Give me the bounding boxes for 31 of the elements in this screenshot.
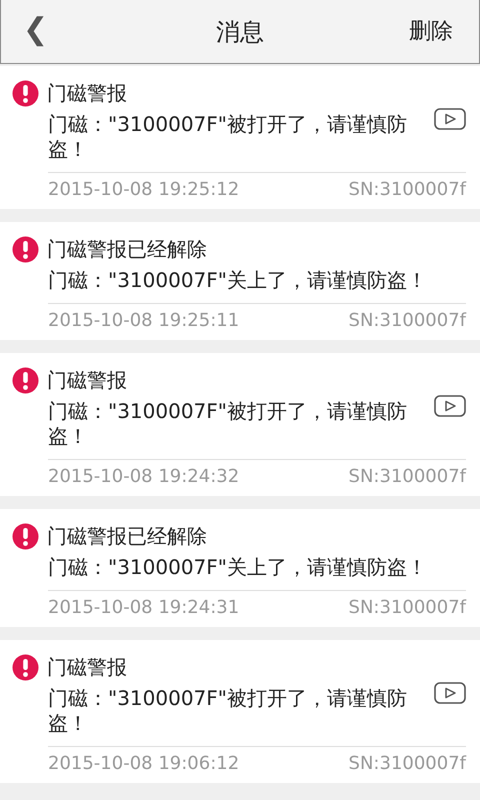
play-video-icon[interactable] xyxy=(434,395,466,417)
message-title: 门磁警报已经解除 xyxy=(47,236,207,263)
serial-number: SN:3100007f xyxy=(348,466,466,488)
play-video-icon[interactable] xyxy=(434,108,466,130)
alert-icon xyxy=(12,367,39,394)
serial-number: SN:3100007f xyxy=(348,753,466,775)
message-text: 门磁："3100007F"被打开了，请谨慎防盗！ xyxy=(48,399,408,449)
message-title: 门磁警报 xyxy=(47,80,127,107)
message-title: 门磁警报已经解除 xyxy=(47,523,207,550)
timestamp: 2015-10-08 19:06:12 xyxy=(48,753,240,775)
timestamp: 2015-10-08 19:24:31 xyxy=(48,597,240,619)
message-text: 门磁："3100007F"被打开了，请谨慎防盗！ xyxy=(48,112,408,162)
serial-number: SN:3100007f xyxy=(348,597,466,619)
delete-button[interactable]: 删除 xyxy=(409,16,453,46)
timestamp: 2015-10-08 19:25:11 xyxy=(48,310,240,332)
timestamp: 2015-10-08 19:25:12 xyxy=(48,179,240,201)
serial-number: SN:3100007f xyxy=(348,310,466,332)
play-video-icon[interactable] xyxy=(434,682,466,704)
alert-icon xyxy=(12,80,39,107)
serial-number: SN:3100007f xyxy=(348,179,466,201)
message-text: 门磁："3100007F"关上了，请谨慎防盗！ xyxy=(48,555,427,580)
message-title: 门磁警报 xyxy=(47,367,127,394)
message-text: 门磁："3100007F"被打开了，请谨慎防盗！ xyxy=(48,686,408,736)
message-title: 门磁警报 xyxy=(47,654,127,681)
message-text: 门磁："3100007F"关上了，请谨慎防盗！ xyxy=(48,268,427,293)
timestamp: 2015-10-08 19:24:32 xyxy=(48,466,240,488)
back-button[interactable]: ❮ xyxy=(23,12,48,48)
alert-icon xyxy=(12,236,39,263)
alert-icon xyxy=(12,523,39,550)
alert-icon xyxy=(12,654,39,681)
page-title: 消息 xyxy=(216,16,264,48)
